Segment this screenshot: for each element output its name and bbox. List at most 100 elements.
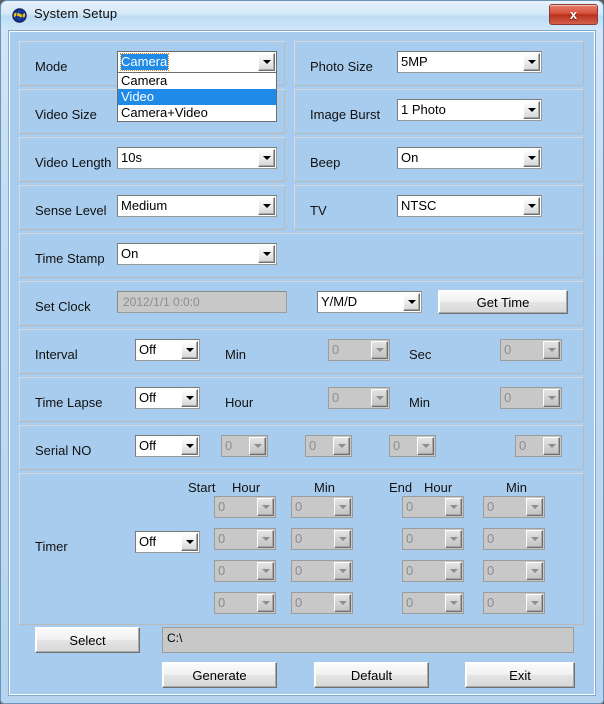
chevron-down-icon <box>338 569 347 573</box>
timer-cell-0-1[interactable]: 0 <box>291 496 353 518</box>
timer-cell-3-3-button[interactable] <box>526 594 543 612</box>
timer-cell-0-2-button[interactable] <box>445 498 462 516</box>
label-timer-start-hour: Hour <box>232 480 261 495</box>
timer-cell-2-2[interactable]: 0 <box>402 560 464 582</box>
get-time-button[interactable]: Get Time <box>438 290 568 314</box>
close-button[interactable]: x <box>549 4 598 25</box>
sense-level-value: Medium <box>121 198 168 213</box>
interval-min-combo[interactable]: 0 <box>328 339 390 361</box>
chevron-down-icon <box>547 444 556 448</box>
sense-level-combo[interactable]: Medium <box>117 195 277 217</box>
timer-cell-1-1[interactable]: 0 <box>291 528 353 550</box>
chevron-down-icon <box>375 396 384 400</box>
timer-cell-2-3[interactable]: 0 <box>483 560 545 582</box>
timer-cell-3-2-button[interactable] <box>445 594 462 612</box>
time-lapse-min-combo[interactable]: 0 <box>500 387 562 409</box>
timer-cell-0-0-button[interactable] <box>257 498 274 516</box>
photo-size-combo[interactable]: 5MP <box>397 51 542 73</box>
timer-cell-2-0-button[interactable] <box>257 562 274 580</box>
timer-cell-2-0[interactable]: 0 <box>214 560 276 582</box>
label-timer-start: Start <box>188 480 216 495</box>
interval-sec-combo-button[interactable] <box>543 341 560 359</box>
timer-cell-1-2[interactable]: 0 <box>402 528 464 550</box>
mode-option-2[interactable]: Camera+Video <box>118 105 276 121</box>
timer-cell-3-0-button[interactable] <box>257 594 274 612</box>
timer-cell-1-1-button[interactable] <box>334 530 351 548</box>
timer-cell-2-3-button[interactable] <box>526 562 543 580</box>
time-lapse-hour-combo[interactable]: 0 <box>328 387 390 409</box>
timer-cell-0-3[interactable]: 0 <box>483 496 545 518</box>
timer-cell-2-1[interactable]: 0 <box>291 560 353 582</box>
image-burst-combo[interactable]: 1 Photo <box>397 99 542 121</box>
set-clock-datetime-field[interactable]: 2012/1/1 0:0:0 <box>117 291 287 313</box>
timer-cell-3-2[interactable]: 0 <box>402 592 464 614</box>
timer-cell-1-0-button[interactable] <box>257 530 274 548</box>
interval-min-combo-button[interactable] <box>371 341 388 359</box>
timer-cell-3-1-button[interactable] <box>334 594 351 612</box>
time-lapse-combo[interactable]: Off <box>135 387 200 409</box>
date-format-combo[interactable]: Y/M/D <box>317 291 422 313</box>
timer-cell-3-1[interactable]: 0 <box>291 592 353 614</box>
sense-level-combo-button[interactable] <box>258 197 275 215</box>
mode-dropdown-list[interactable]: Camera Video Camera+Video <box>117 72 277 122</box>
time-stamp-combo-button[interactable] <box>258 245 275 263</box>
beep-combo-button[interactable] <box>523 149 540 167</box>
serial-no-combo[interactable]: Off <box>135 435 200 457</box>
serial-no-digit-4[interactable]: 0 <box>515 435 562 457</box>
mode-option-0[interactable]: Camera <box>118 73 276 89</box>
image-burst-combo-button[interactable] <box>523 101 540 119</box>
exit-button[interactable]: Exit <box>465 662 575 688</box>
timer-combo[interactable]: Off <box>135 531 200 553</box>
select-button[interactable]: Select <box>35 627 140 653</box>
timer-cell-0-0[interactable]: 0 <box>214 496 276 518</box>
interval-combo[interactable]: Off <box>135 339 200 361</box>
chevron-down-icon <box>338 505 347 509</box>
serial-no-digit-1-button[interactable] <box>249 437 266 455</box>
timer-cell-1-3[interactable]: 0 <box>483 528 545 550</box>
time-lapse-hour-combo-button[interactable] <box>371 389 388 407</box>
serial-no-digit-1[interactable]: 0 <box>221 435 268 457</box>
video-length-combo[interactable]: 10s <box>117 147 277 169</box>
time-stamp-combo[interactable]: On <box>117 243 277 265</box>
time-lapse-combo-button[interactable] <box>181 389 198 407</box>
serial-no-digit-3-button[interactable] <box>417 437 434 455</box>
tv-combo[interactable]: NTSC <box>397 195 542 217</box>
path-field[interactable]: C:\ <box>162 627 574 653</box>
timer-cell-3-0[interactable]: 0 <box>214 592 276 614</box>
interval-value: Off <box>139 342 157 357</box>
interval-sec-combo[interactable]: 0 <box>500 339 562 361</box>
timer-cell-2-1-button[interactable] <box>334 562 351 580</box>
window-title: System Setup <box>34 6 118 21</box>
timer-cell-1-2-button[interactable] <box>445 530 462 548</box>
timer-cell-0-3-button[interactable] <box>526 498 543 516</box>
serial-no-digit-2-button[interactable] <box>333 437 350 455</box>
timer-cell-0-1-button[interactable] <box>334 498 351 516</box>
timer-cell-1-3-button[interactable] <box>526 530 543 548</box>
timer-combo-button[interactable] <box>181 533 198 551</box>
mode-combo[interactable]: Camera <box>117 51 277 73</box>
default-button[interactable]: Default <box>314 662 429 688</box>
serial-no-digit-3[interactable]: 0 <box>389 435 436 457</box>
serial-no-digit-2[interactable]: 0 <box>305 435 352 457</box>
beep-combo[interactable]: On <box>397 147 542 169</box>
date-format-combo-button[interactable] <box>403 293 420 311</box>
timer-cell-2-2-button[interactable] <box>445 562 462 580</box>
timer-cell-3-3[interactable]: 0 <box>483 592 545 614</box>
generate-button[interactable]: Generate <box>162 662 277 688</box>
tv-combo-button[interactable] <box>523 197 540 215</box>
chevron-down-icon <box>261 569 270 573</box>
time-lapse-min-combo-button[interactable] <box>543 389 560 407</box>
mode-option-1[interactable]: Video <box>118 89 276 105</box>
serial-no-digit-4-button[interactable] <box>543 437 560 455</box>
chevron-down-icon <box>261 601 270 605</box>
timer-cell-1-0[interactable]: 0 <box>214 528 276 550</box>
timer-cell-0-2[interactable]: 0 <box>402 496 464 518</box>
video-length-combo-button[interactable] <box>258 149 275 167</box>
chevron-down-icon <box>527 60 536 64</box>
interval-combo-button[interactable] <box>181 341 198 359</box>
timer-cell-0-0-value: 0 <box>218 499 226 514</box>
mode-combo-button[interactable] <box>258 53 275 71</box>
serial-no-combo-button[interactable] <box>181 437 198 455</box>
tv-value: NTSC <box>401 198 437 213</box>
photo-size-combo-button[interactable] <box>523 53 540 71</box>
